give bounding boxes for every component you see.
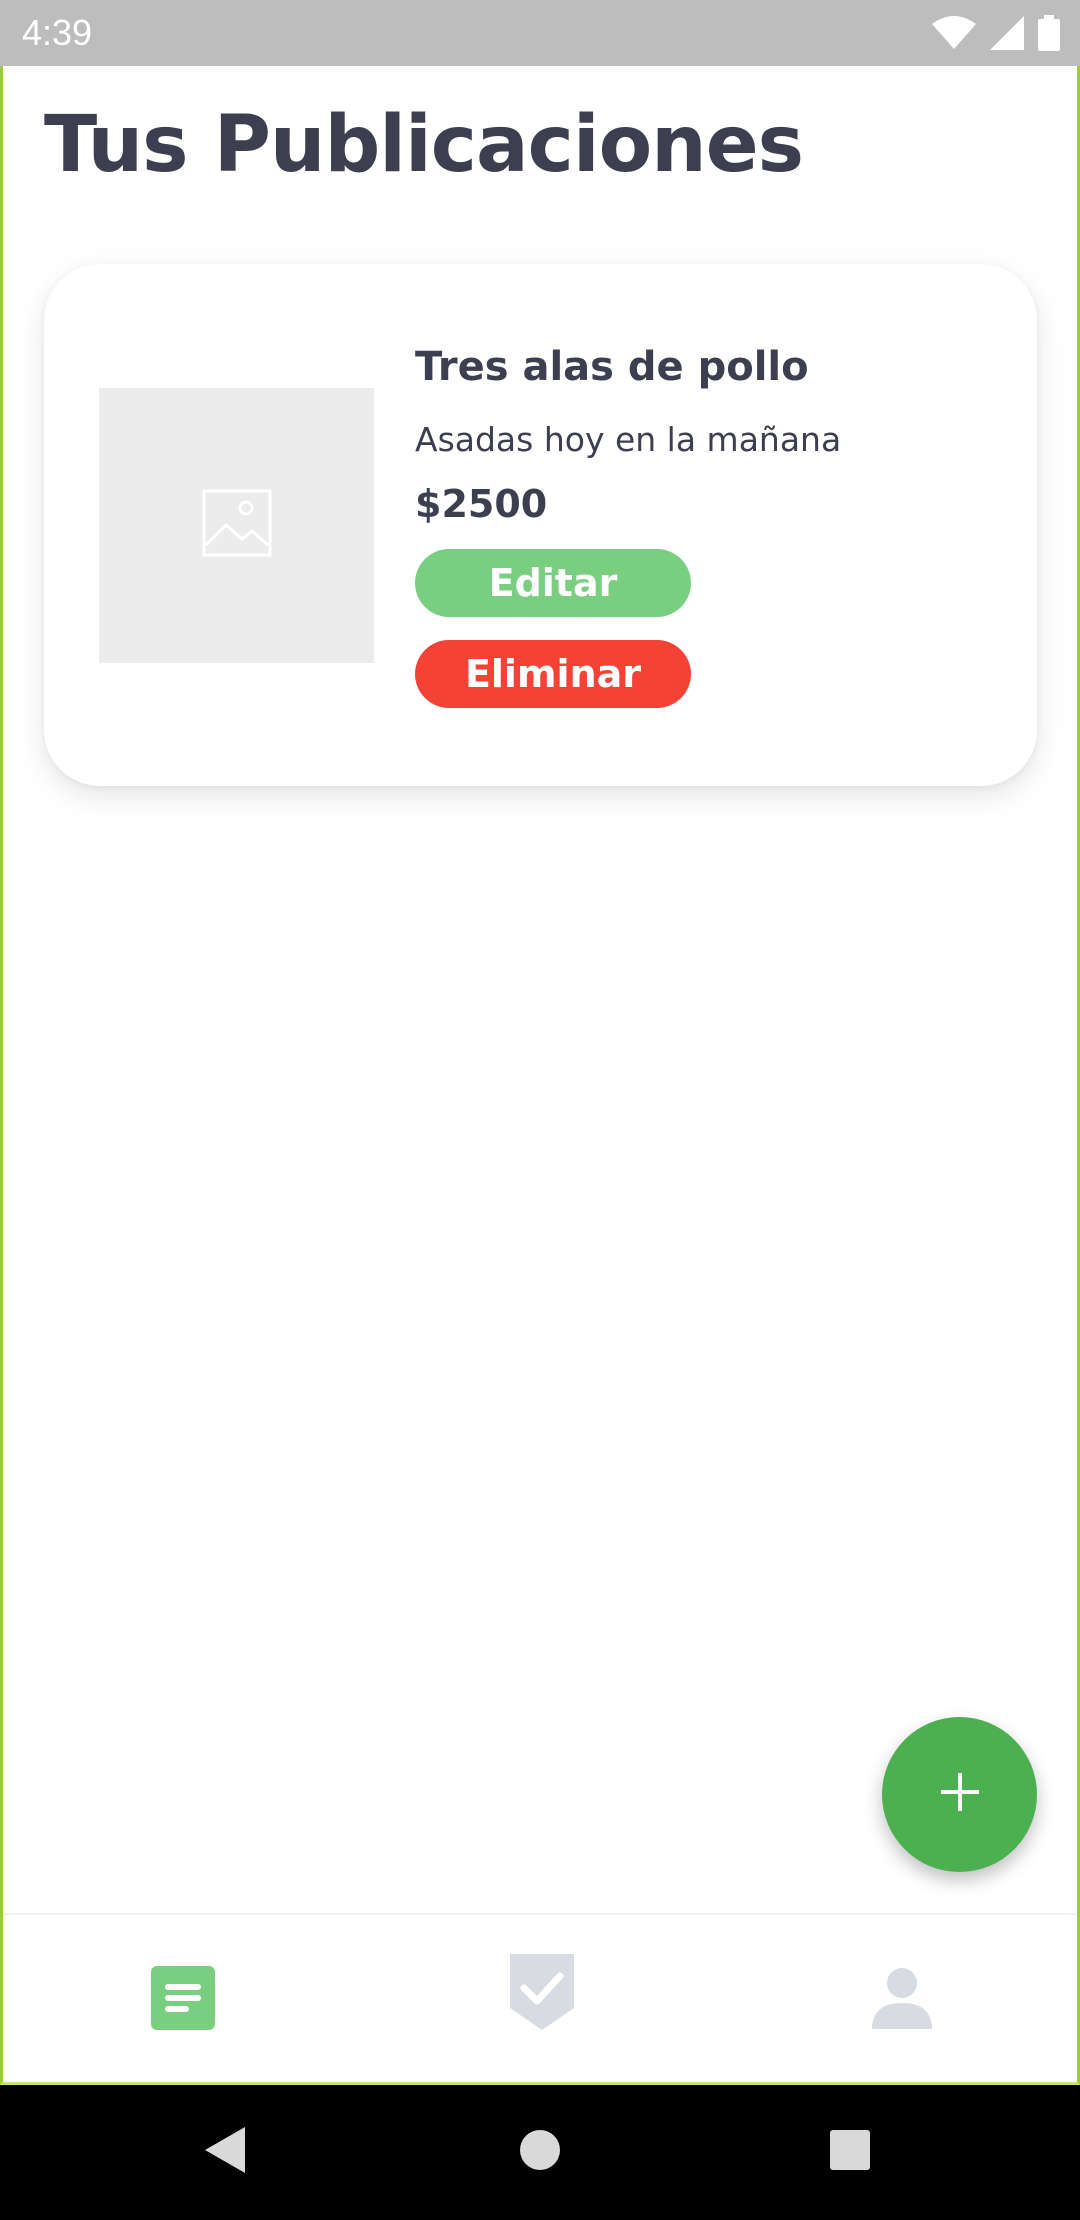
nav-tab-orders[interactable] — [507, 1953, 577, 2030]
delete-button[interactable]: Eliminar — [415, 640, 691, 708]
nav-tab-publications[interactable] — [148, 1965, 218, 2035]
system-recents-button[interactable] — [800, 2085, 900, 2220]
page-title: Tus Publicaciones — [44, 100, 804, 190]
system-navigation-bar — [0, 2085, 1080, 2220]
status-time: 4:39 — [22, 12, 93, 53]
system-home-button[interactable] — [490, 2085, 590, 2220]
system-back-button[interactable] — [175, 2085, 275, 2220]
image-placeholder-icon — [202, 489, 272, 562]
recents-icon — [829, 2129, 871, 2176]
post-price: $2500 — [415, 482, 548, 526]
post-description: Asadas hoy en la mañana — [415, 420, 842, 459]
nav-tab-profile[interactable] — [867, 1965, 937, 2035]
back-icon — [205, 2127, 245, 2178]
check-shield-icon — [510, 1953, 574, 2035]
edit-button[interactable]: Editar — [415, 549, 691, 617]
home-icon — [519, 2129, 561, 2176]
plus-icon — [939, 1771, 981, 1818]
status-bar: 4:39 — [0, 0, 1080, 66]
post-card[interactable]: Tres alas de pollo Asadas hoy en la maña… — [44, 264, 1037, 786]
person-icon — [872, 1967, 932, 2034]
add-post-button[interactable] — [882, 1717, 1037, 1872]
battery-icon — [1038, 15, 1060, 51]
signal-icon — [990, 16, 1024, 50]
bottom-navigation — [3, 1913, 1077, 2082]
status-icons — [932, 15, 1060, 51]
wifi-icon — [932, 16, 976, 50]
list-icon — [151, 1965, 215, 2035]
post-title: Tres alas de pollo — [415, 344, 809, 390]
post-thumbnail — [99, 388, 374, 663]
